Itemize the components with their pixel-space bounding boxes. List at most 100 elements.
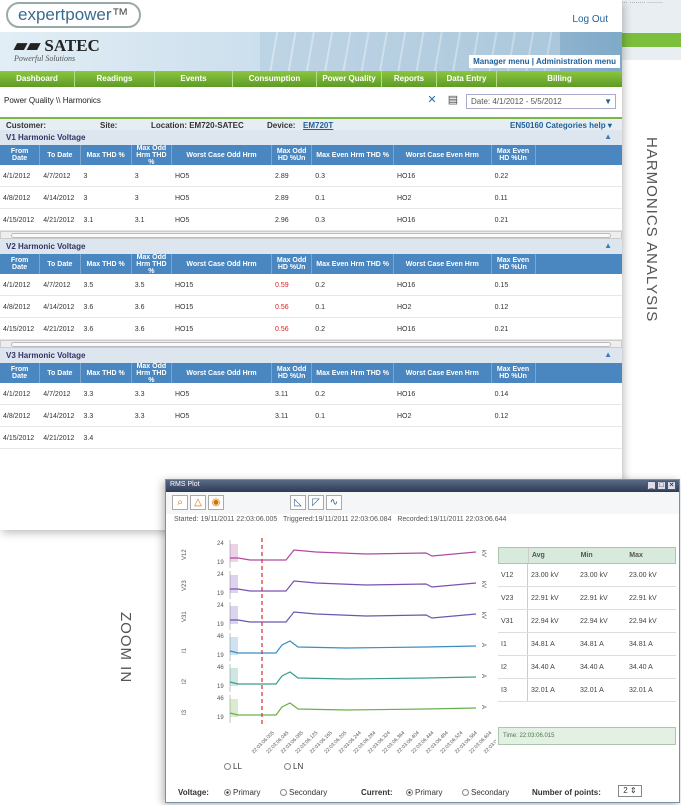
- voltage-label: Voltage:: [178, 788, 209, 797]
- zoom-icon[interactable]: ⌕: [172, 495, 188, 510]
- background-window: · ······ ········ ········: [612, 0, 681, 60]
- chevron-down-icon: ▼: [604, 97, 612, 106]
- column-header[interactable]: Worst Case Even Hrm: [394, 145, 492, 165]
- table-row[interactable]: 4/8/2012 4/14/2012 3 3 HO5 2.89 0.1 HO2 0.11: [0, 187, 622, 209]
- table-row[interactable]: 4/1/2012 4/7/2012 3.5 3.5 HO15 0.59 0.2 HO16 0.1…: [0, 274, 622, 296]
- nav-power-quality[interactable]: Power Quality: [317, 71, 382, 87]
- collapse-icon[interactable]: ▲: [604, 132, 612, 141]
- table-cell: 0.2: [315, 282, 325, 289]
- cursor-right-icon[interactable]: ◸: [308, 495, 324, 510]
- column-header[interactable]: To Date: [40, 363, 81, 383]
- column-header[interactable]: Max THD %: [81, 145, 132, 165]
- column-header[interactable]: Max Even HD %Un: [492, 254, 536, 274]
- nav-consumption[interactable]: Consumption: [233, 71, 317, 87]
- cursor-left-icon[interactable]: ◺: [290, 495, 306, 510]
- table-cell: 3.4: [83, 435, 94, 442]
- column-header[interactable]: Worst Case Even Hrm: [394, 254, 492, 274]
- table-cell: 4/21/2012: [43, 326, 75, 333]
- eye-icon[interactable]: ◉: [208, 495, 224, 510]
- triggered-time: Triggered:19/11/2011 22:03:06.084: [283, 516, 392, 523]
- table-cell: HO16: [397, 217, 416, 224]
- column-header[interactable]: Max Even Hrm THD %: [312, 254, 394, 274]
- table-cell: 0.2: [315, 326, 325, 333]
- nav-readings[interactable]: Readings: [75, 71, 155, 87]
- stats-cell: 34.40 A: [629, 663, 653, 671]
- excel-export-icon[interactable]: ✕: [425, 94, 439, 107]
- column-header[interactable]: Max Even HD %Un: [492, 145, 536, 165]
- column-header[interactable]: Max Even HD %Un: [492, 363, 536, 383]
- horizontal-scrollbar[interactable]: [0, 231, 622, 239]
- table-cell: 3.3: [134, 413, 145, 420]
- table-cell: HO16: [397, 173, 416, 180]
- minimize-icon[interactable]: _: [647, 481, 656, 490]
- ll-radio[interactable]: LL: [224, 762, 242, 771]
- column-header[interactable]: Max THD %: [81, 254, 132, 274]
- table-row[interactable]: 4/8/2012 4/14/2012 3.3 3.3 HO5 3.11 0.1 HO2 0.12: [0, 405, 622, 427]
- scroll-thumb[interactable]: [11, 342, 611, 347]
- close-icon[interactable]: ✕: [667, 481, 676, 490]
- ln-radio[interactable]: LN: [284, 762, 303, 771]
- column-header[interactable]: From Date: [0, 145, 41, 165]
- print-icon[interactable]: ▤: [446, 94, 460, 107]
- nav-events[interactable]: Events: [155, 71, 233, 87]
- column-header[interactable]: Max Odd Hrm THD %: [132, 254, 172, 274]
- stats-cell: 34.81 A: [629, 640, 653, 648]
- table-row[interactable]: 4/1/2012 4/7/2012 3 3 HO5 2.89 0.3 HO16 0.22: [0, 165, 622, 187]
- admin-menu-link[interactable]: Administration menu: [536, 57, 616, 66]
- table-cell: [394, 427, 492, 448]
- nav-billing[interactable]: Billing: [497, 71, 622, 87]
- collapse-icon[interactable]: ▲: [604, 350, 612, 359]
- column-header[interactable]: To Date: [40, 254, 81, 274]
- ln-label: LN: [293, 762, 304, 771]
- wave-icon[interactable]: ∿: [326, 495, 342, 510]
- nav-reports[interactable]: Reports: [382, 71, 437, 87]
- column-header[interactable]: To Date: [40, 145, 81, 165]
- column-header[interactable]: Max Even Hrm THD %: [312, 145, 394, 165]
- points-stepper[interactable]: 2 ⇕: [618, 785, 642, 797]
- column-header[interactable]: Worst Case Odd Hrm: [172, 145, 273, 165]
- column-header[interactable]: Max Even Hrm THD %: [312, 363, 394, 383]
- triangle-icon[interactable]: △: [190, 495, 206, 510]
- stats-cell: 22.94 kV: [629, 617, 657, 625]
- rms-plot-chart: V12 24 19 kV V23 24 19 kV V31 24 19 kV I1 46 19 A I2 46 19…: [182, 538, 496, 755]
- column-header[interactable]: Worst Case Even Hrm: [394, 363, 492, 383]
- manager-menu-link[interactable]: Manager menu: [473, 57, 529, 66]
- categories-help-link[interactable]: EN50160 Categories help ▾: [510, 121, 612, 130]
- logout-link[interactable]: Log Out: [572, 14, 608, 25]
- column-header[interactable]: Max Odd HD %Un: [272, 363, 313, 383]
- nav-dashboard[interactable]: Dashboard: [0, 71, 75, 87]
- scroll-thumb[interactable]: [11, 233, 611, 238]
- table-row[interactable]: 4/8/2012 4/14/2012 3.6 3.6 HO15 0.56 0.1 HO2 0.1…: [0, 296, 622, 318]
- column-header[interactable]: From Date: [0, 363, 41, 383]
- table-cell: 2.89: [275, 195, 289, 202]
- table-row[interactable]: 4/1/2012 4/7/2012 3.3 3.3 HO5 3.11 0.2 HO16 0.14: [0, 383, 622, 405]
- column-header[interactable]: Max THD %: [81, 363, 132, 383]
- table-cell: 3: [134, 173, 139, 180]
- column-header[interactable]: Max Odd Hrm THD %: [132, 363, 172, 383]
- table-cell: 3: [134, 195, 139, 202]
- column-header[interactable]: Worst Case Odd Hrm: [172, 363, 273, 383]
- table-row[interactable]: 4/15/2012 4/21/2012 3.4: [0, 427, 622, 449]
- device-link[interactable]: EM720T: [303, 121, 333, 130]
- horizontal-scrollbar[interactable]: [0, 340, 622, 348]
- collapse-icon[interactable]: ▲: [604, 241, 612, 250]
- column-header[interactable]: From Date: [0, 254, 41, 274]
- current-secondary-radio[interactable]: Secondary: [462, 788, 509, 797]
- axis-tick-label: 19: [217, 622, 224, 628]
- current-label: Current:: [361, 788, 393, 797]
- column-header[interactable]: Max Odd HD %Un: [272, 145, 313, 165]
- maximize-icon[interactable]: □: [657, 481, 666, 490]
- voltage-primary-radio[interactable]: Primary: [224, 788, 261, 797]
- current-primary-radio[interactable]: Primary: [406, 788, 443, 797]
- table-row[interactable]: 4/15/2012 4/21/2012 3.6 3.6 HO15 0.56 0.2 HO16 0…: [0, 318, 622, 340]
- channel-label: I1: [182, 647, 188, 653]
- column-header[interactable]: Max Odd HD %Un: [272, 254, 313, 274]
- voltage-secondary-radio[interactable]: Secondary: [280, 788, 327, 797]
- date-range-select[interactable]: Date: 4/1/2012 - 5/5/2012 ▼: [466, 94, 616, 109]
- column-header[interactable]: Max Odd Hrm THD %: [132, 145, 172, 165]
- column-header[interactable]: Worst Case Odd Hrm: [172, 254, 273, 274]
- nav-data-entry[interactable]: Data Entry: [437, 71, 497, 87]
- section-header: V2 Harmonic Voltage ▲: [0, 239, 622, 254]
- table-row[interactable]: 4/15/2012 4/21/2012 3.1 3.1 HO5 2.96 0.3 HO16 0.…: [0, 209, 622, 231]
- signal-line: [230, 549, 477, 561]
